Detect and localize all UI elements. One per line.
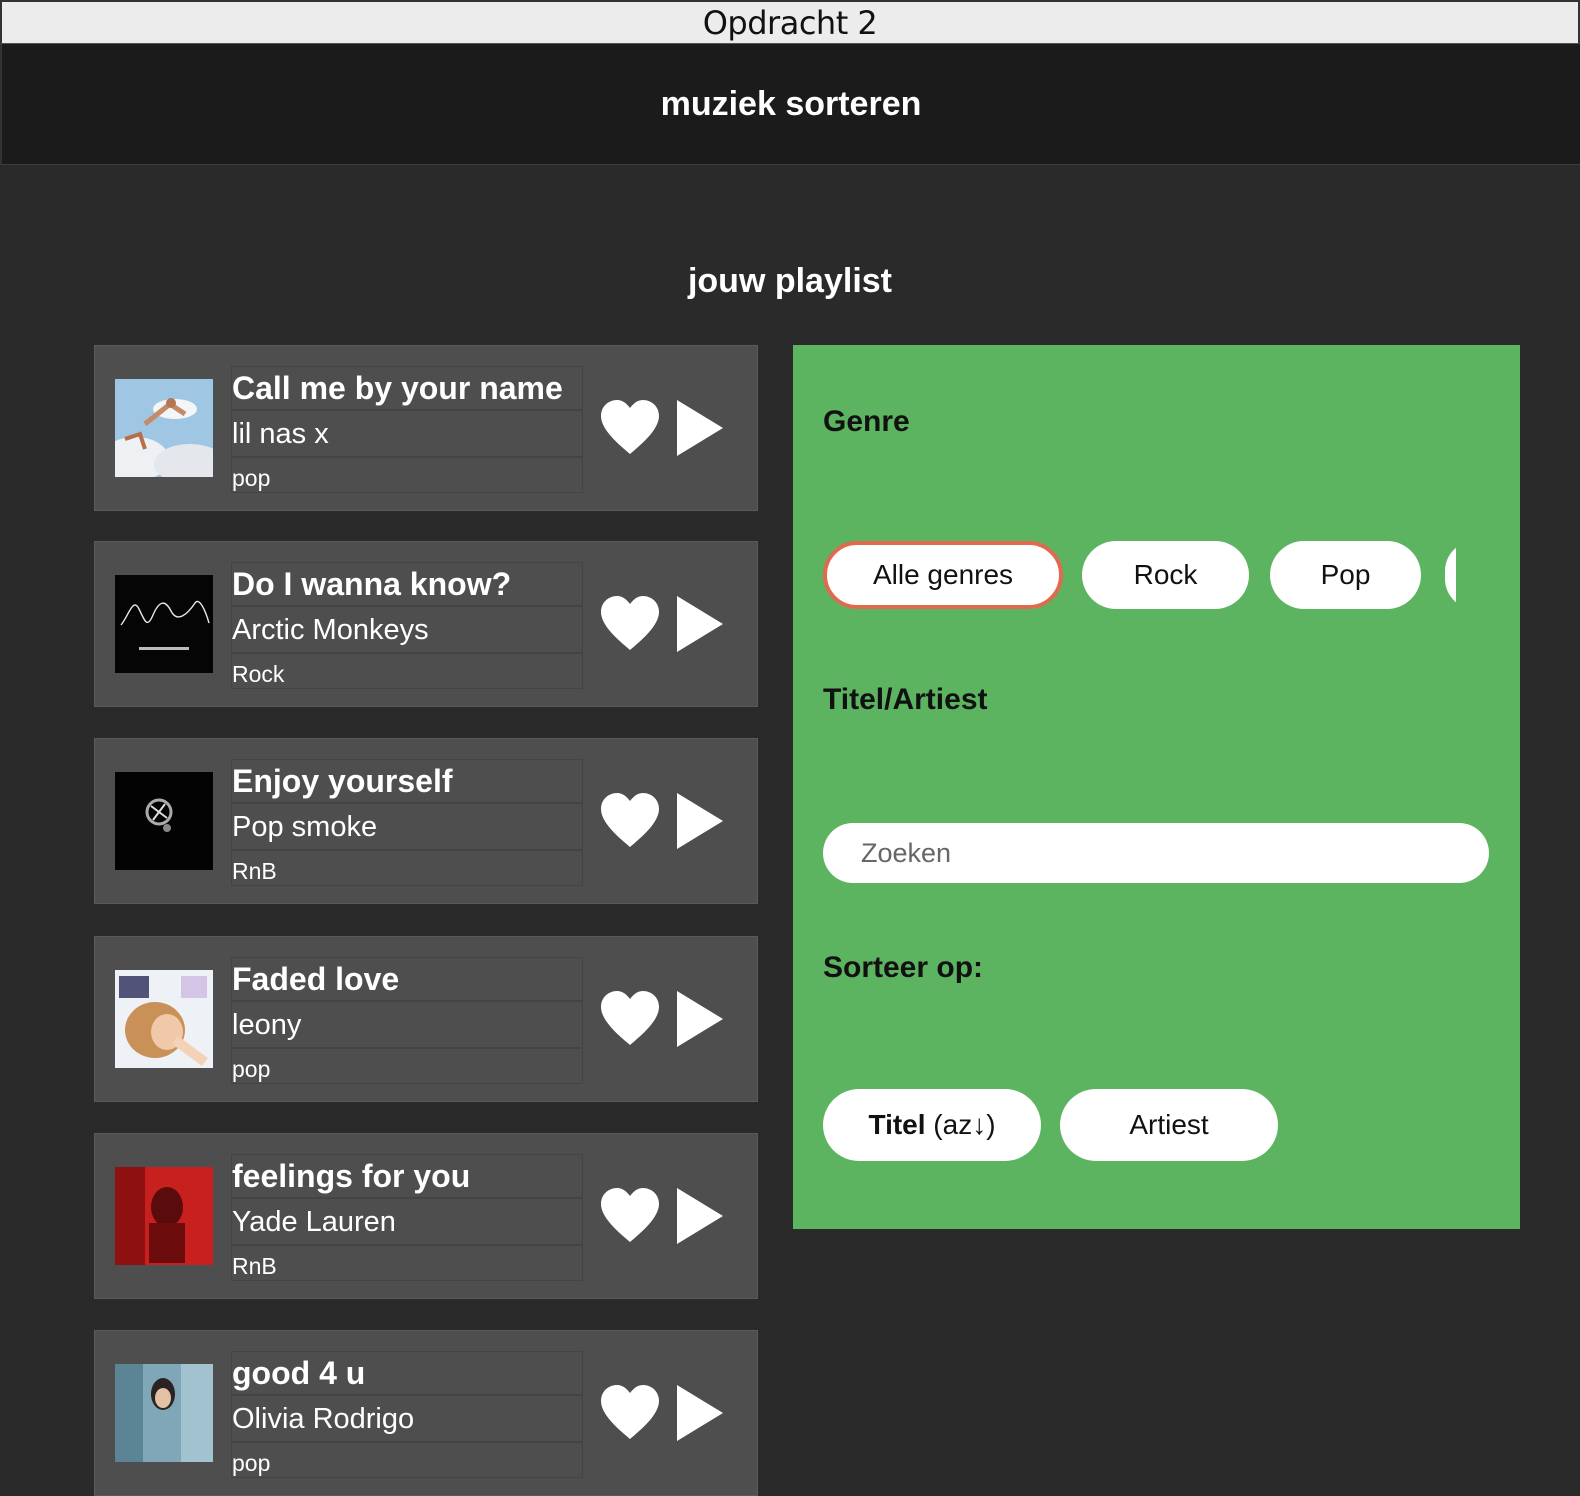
album-cover [115,1364,213,1462]
song-genre: Rock [231,653,583,689]
heart-icon[interactable] [599,791,661,849]
genre-filter-rock[interactable]: Rock [1082,541,1249,609]
play-icon[interactable] [675,398,725,458]
song-card: Call me by your name lil nas x pop [94,345,758,511]
play-icon[interactable] [675,989,725,1049]
window-titlebar: Opdracht 2 [0,0,1580,44]
sort-label: Sorteer op: [823,951,984,984]
genre-filter-pop[interactable]: Pop [1270,541,1421,609]
sort-title-button[interactable]: Titel (az↓) [823,1089,1041,1161]
song-info: feelings for you Yade Lauren RnB [231,1154,583,1281]
song-genre: RnB [231,1245,583,1281]
song-title: Enjoy yourself [231,759,583,803]
song-card: Faded love leony pop [94,936,758,1102]
genre-filter-alle-genres[interactable]: Alle genres [823,541,1063,609]
play-icon[interactable] [675,791,725,851]
album-cover [115,772,213,870]
play-icon[interactable] [675,1186,725,1246]
page-title: muziek sorteren [660,84,922,123]
song-card: good 4 u Olivia Rodrigo pop [94,1330,758,1496]
heart-icon[interactable] [599,398,661,456]
heart-icon[interactable] [599,1383,661,1441]
song-genre: pop [231,457,583,493]
song-info: Enjoy yourself Pop smoke RnB [231,759,583,886]
album-cover [115,379,213,477]
song-artist: Pop smoke [231,803,583,850]
song-title: good 4 u [231,1351,583,1395]
song-genre: pop [231,1048,583,1084]
heart-icon[interactable] [599,989,661,1047]
search-label: Titel/Artiest [823,683,988,716]
song-artist: Olivia Rodrigo [231,1395,583,1442]
sort-title-order: (az↓) [925,1109,996,1140]
song-genre: RnB [231,850,583,886]
window-title: Opdracht 2 [702,3,878,42]
song-info: good 4 u Olivia Rodrigo pop [231,1351,583,1478]
album-cover [115,575,213,673]
sort-artist-button[interactable]: Artiest [1060,1089,1278,1161]
app-header: muziek sorteren [0,44,1580,165]
song-title: feelings for you [231,1154,583,1198]
song-artist: Arctic Monkeys [231,606,583,653]
song-title: Call me by your name [231,366,583,410]
song-info: Do I wanna know? Arctic Monkeys Rock [231,562,583,689]
song-card: feelings for you Yade Lauren RnB [94,1133,758,1299]
genre-label: Genre [823,405,910,438]
song-artist: leony [231,1001,583,1048]
song-info: Faded love leony pop [231,957,583,1084]
song-artist: lil nas x [231,410,583,457]
play-icon[interactable] [675,594,725,654]
song-title: Faded love [231,957,583,1001]
filter-panel: Genre Alle genres Rock Pop Titel/Artiest… [793,345,1520,1229]
album-cover [115,970,213,1068]
song-card: Enjoy yourself Pop smoke RnB [94,738,758,904]
playlist-heading: jouw playlist [687,262,893,300]
song-title: Do I wanna know? [231,562,583,606]
heart-icon[interactable] [599,594,661,652]
play-icon[interactable] [675,1383,725,1443]
song-artist: Yade Lauren [231,1198,583,1245]
album-cover [115,1167,213,1265]
genre-filter-overflow[interactable] [1445,541,1456,611]
song-card: Do I wanna know? Arctic Monkeys Rock [94,541,758,707]
sort-title-label: Titel [868,1109,926,1140]
search-input[interactable] [823,823,1489,883]
heart-icon[interactable] [599,1186,661,1244]
song-info: Call me by your name lil nas x pop [231,366,583,493]
song-genre: pop [231,1442,583,1478]
